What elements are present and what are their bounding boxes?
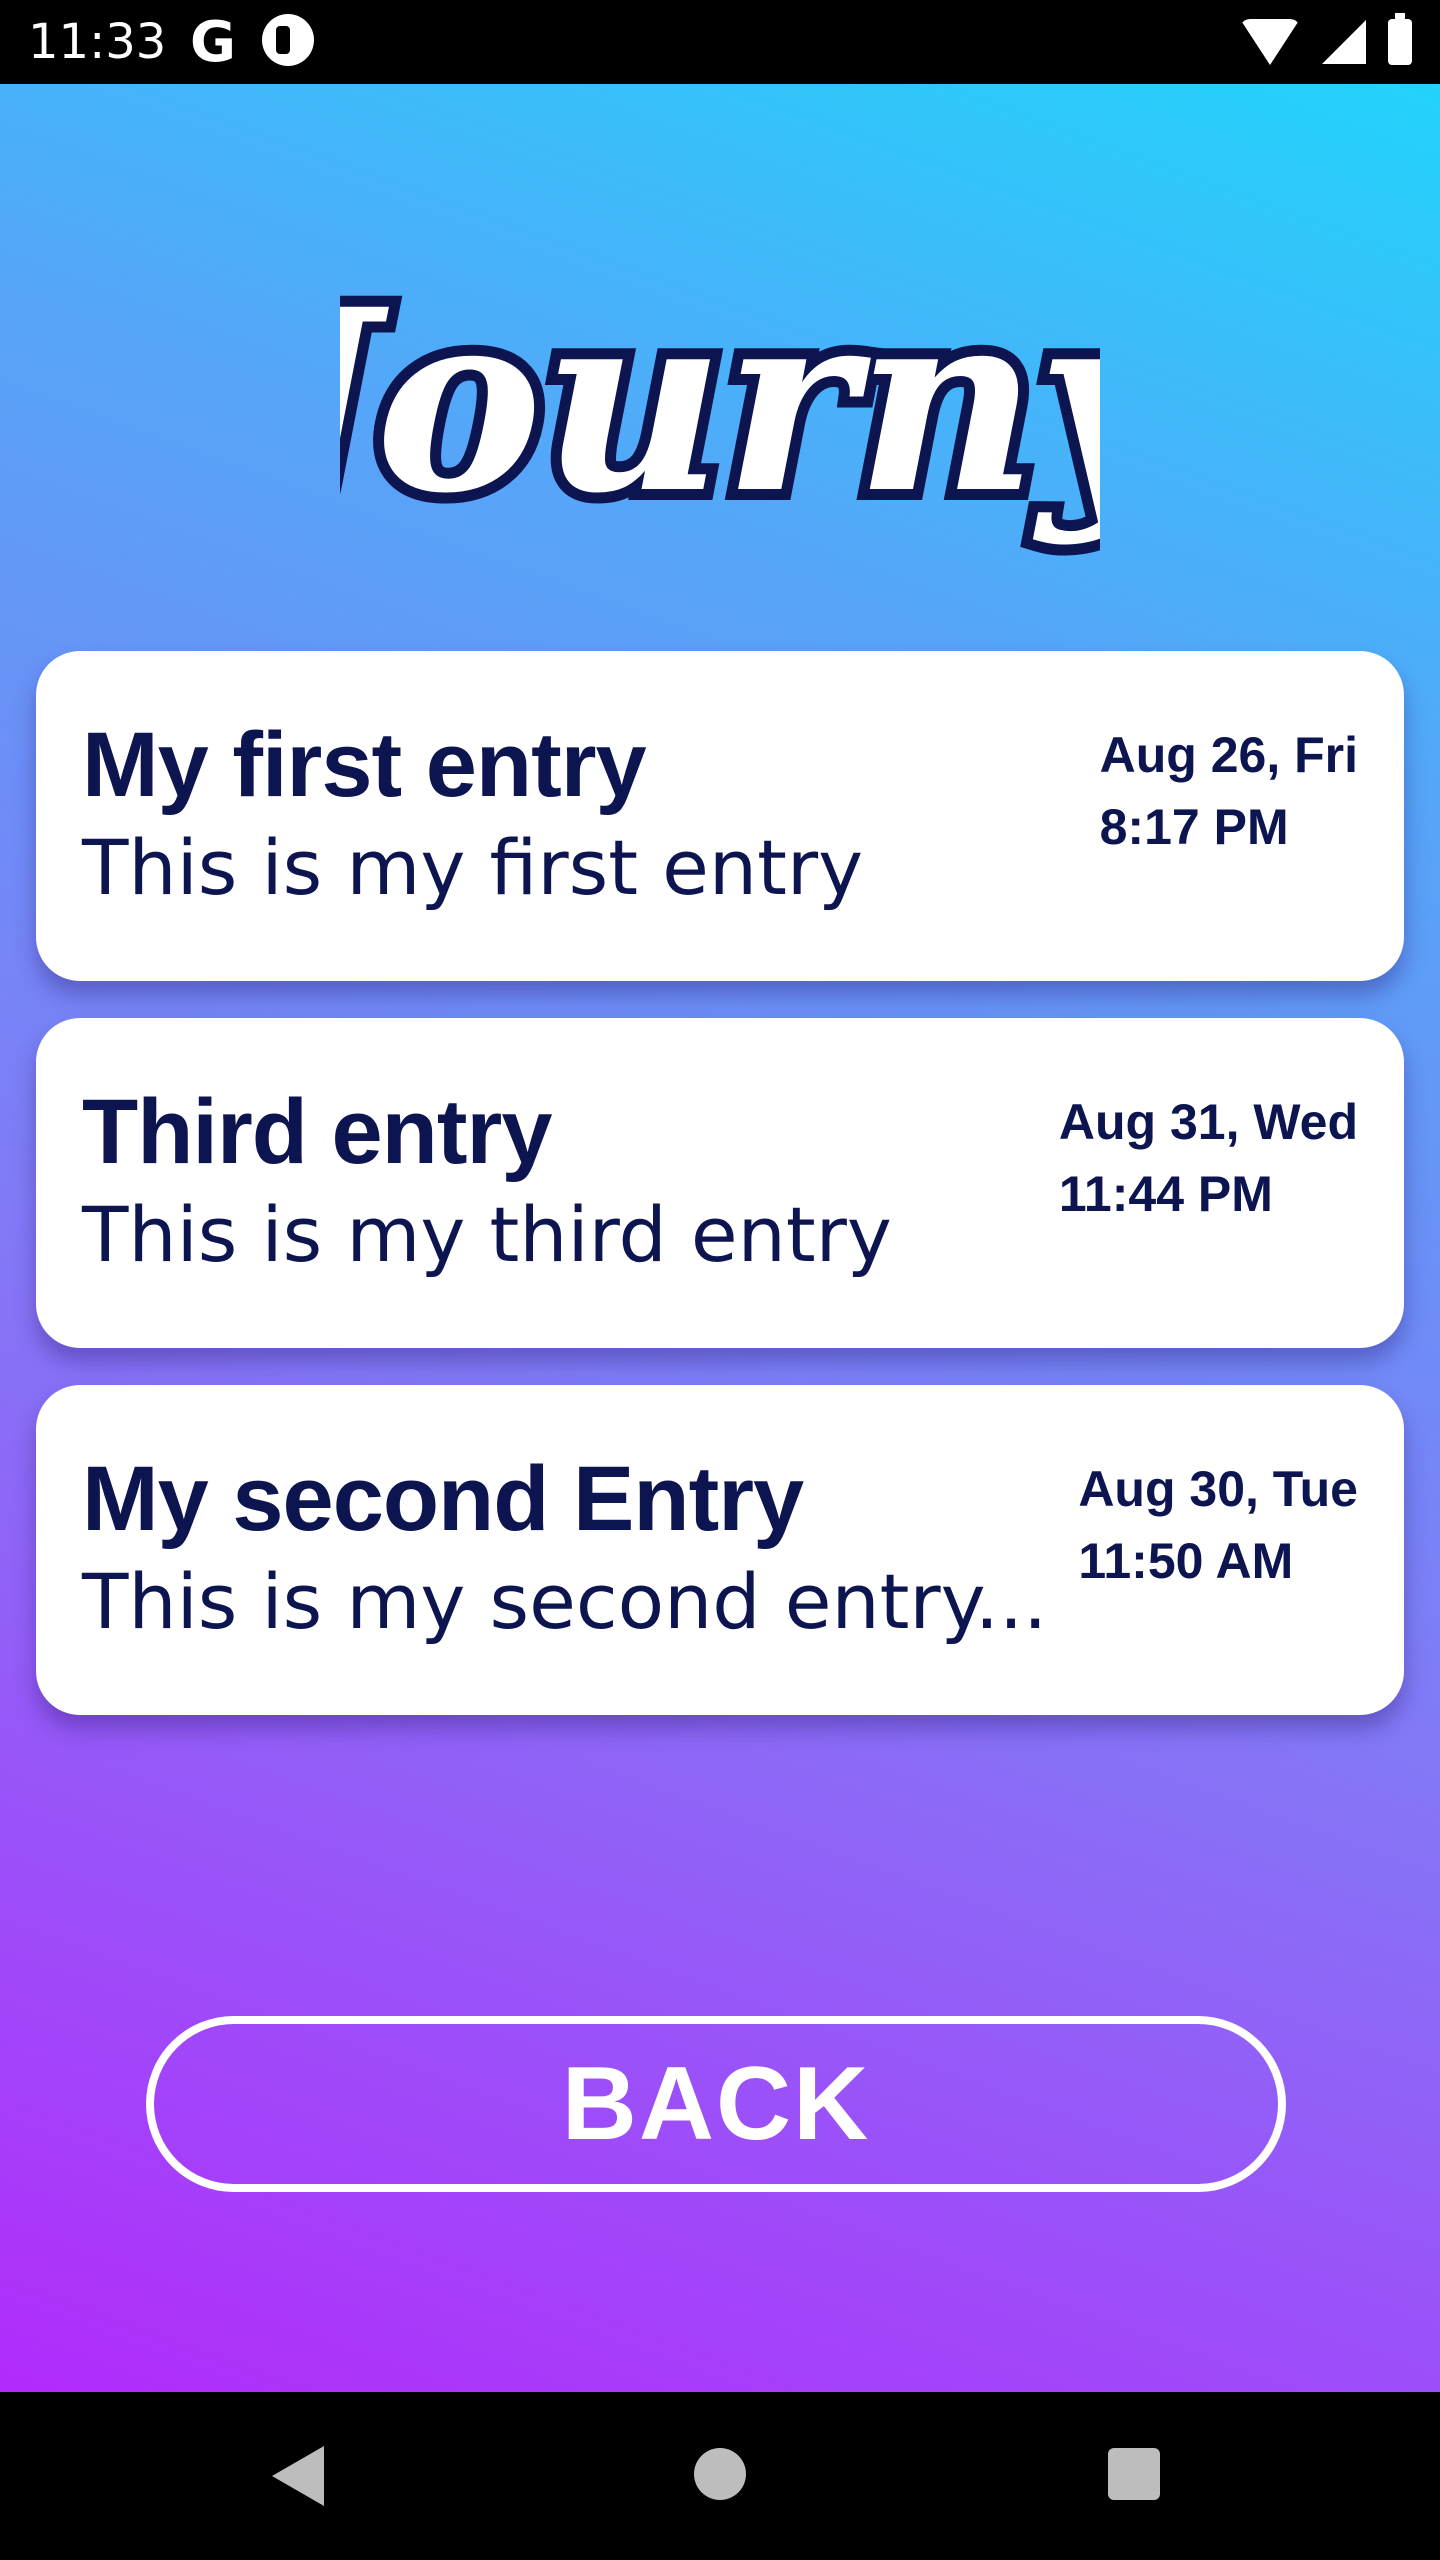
status-bar: 11:33 G [0, 0, 1440, 84]
navigation-bar [0, 2392, 1440, 2560]
entry-title: My first entry [82, 714, 647, 816]
entry-datetime: Aug 30, Tue 11:50 AM [1078, 1453, 1358, 1597]
entry-date: Aug 31, Wed [1058, 1094, 1358, 1150]
entry-datetime: Aug 26, Fri 8:17 PM [1100, 719, 1358, 863]
entry-body: This is my second entry... [82, 1557, 1048, 1646]
entry-datetime: Aug 31, Wed 11:44 PM [1059, 1086, 1358, 1230]
entry-date: Aug 30, Tue [1078, 1461, 1358, 1517]
battery-icon [1388, 13, 1412, 65]
entry-time: 11:44 PM [1058, 1166, 1273, 1222]
app-notification-icon [262, 14, 314, 66]
entry-time: 11:50 AM [1078, 1533, 1294, 1589]
entry-time: 8:17 PM [1099, 799, 1289, 855]
back-button[interactable]: BACK [146, 2016, 1286, 2192]
svg-text:Journy: Journy [340, 254, 1100, 548]
signal-icon [1322, 20, 1366, 64]
entry-title: Third entry [82, 1081, 552, 1183]
entry-date: Aug 26, Fri [1099, 727, 1358, 783]
status-icons [1240, 13, 1412, 70]
recents-square-icon[interactable] [1108, 2448, 1160, 2500]
home-circle-icon[interactable] [694, 2448, 746, 2500]
entry-card[interactable]: My second Entry This is my second entry.… [36, 1385, 1404, 1715]
wifi-icon [1240, 19, 1300, 65]
entry-body: This is my first entry [82, 823, 864, 912]
entry-card[interactable]: My first entry This is my first entry Au… [36, 651, 1404, 981]
journy-logo-graphic: Journy [340, 249, 1100, 559]
app-logo: Journy [0, 249, 1440, 609]
entry-title: My second Entry [82, 1448, 804, 1550]
entry-body: This is my third entry [82, 1190, 892, 1279]
back-triangle-icon[interactable] [272, 2446, 324, 2506]
google-icon: G [190, 10, 236, 75]
status-time: 11:33 [28, 14, 167, 70]
entry-card[interactable]: Third entry This is my third entry Aug 3… [36, 1018, 1404, 1348]
